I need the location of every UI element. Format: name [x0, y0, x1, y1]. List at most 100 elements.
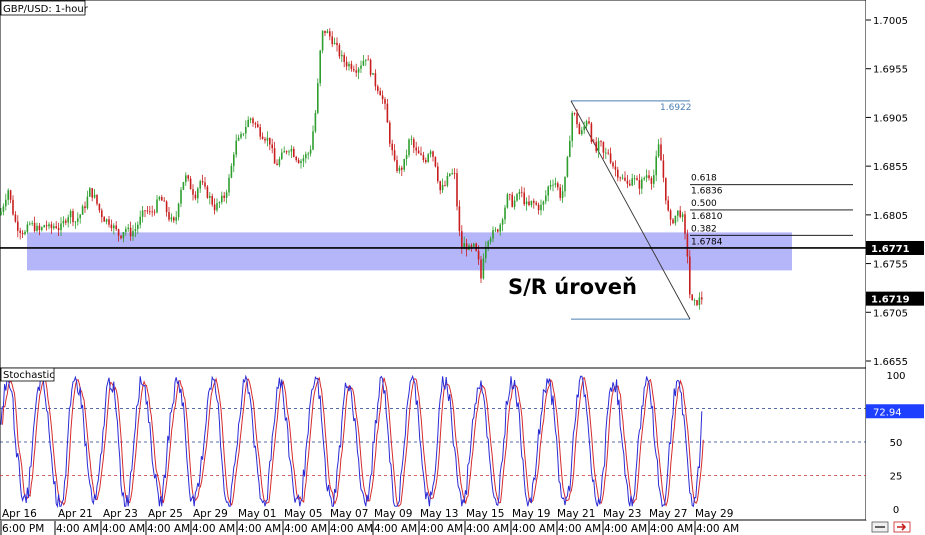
candle-body: [516, 194, 518, 201]
candle-body: [31, 222, 33, 224]
candle-body: [535, 202, 537, 205]
fib-ratio-label: 0.500: [691, 199, 717, 209]
sr-zone: [27, 232, 792, 271]
candle-body: [348, 63, 350, 67]
x-date-label: Apr 16: [2, 508, 37, 520]
candle-body: [547, 186, 549, 196]
candle-body: [401, 167, 403, 170]
candle-body: [146, 210, 149, 212]
candle-body: [53, 226, 55, 229]
candle-body: [50, 224, 53, 229]
candle-body: [429, 151, 432, 155]
candle-body: [523, 192, 525, 205]
candle-body: [86, 196, 89, 209]
candle-body: [458, 206, 461, 232]
candle-body: [81, 206, 84, 215]
candle-body: [665, 177, 667, 201]
x-time-label: 4:00 AM: [284, 523, 327, 535]
candle-body: [521, 191, 523, 193]
candle-body: [305, 154, 307, 159]
candle-body: [74, 221, 77, 223]
candle-body: [437, 166, 439, 182]
candle-body: [96, 194, 98, 204]
candle-body: [499, 224, 501, 232]
candle-body: [475, 243, 477, 251]
candle-body: [552, 184, 554, 186]
x-date-label: May 19: [512, 508, 550, 520]
price-tick-label: 1.6655: [873, 357, 908, 368]
candle-body: [537, 204, 540, 211]
candle-body: [593, 141, 595, 143]
candle-body: [566, 157, 569, 177]
candle-body: [21, 232, 24, 235]
candle-body: [691, 294, 693, 301]
candle-body: [434, 156, 437, 167]
candle-body: [420, 153, 422, 155]
candle-body: [631, 178, 633, 186]
candle-body: [295, 156, 297, 160]
candle-body: [242, 133, 245, 135]
candle-body: [79, 214, 81, 219]
candle-body: [213, 204, 216, 211]
candle-body: [105, 219, 108, 222]
candle-body: [465, 243, 468, 250]
candle-body: [403, 158, 405, 170]
candle-body: [38, 225, 41, 231]
candle-body: [228, 177, 230, 193]
candle-body: [432, 151, 434, 157]
candle-body: [309, 149, 312, 154]
candle-body: [549, 184, 552, 187]
candle-body: [533, 200, 535, 203]
candle-body: [230, 165, 233, 178]
candle-body: [494, 229, 497, 231]
candle-body: [55, 226, 57, 229]
candle-body: [14, 214, 17, 222]
candle-body: [67, 217, 69, 223]
candle-body: [367, 59, 369, 61]
candle-body: [602, 141, 605, 153]
candle-body: [24, 231, 26, 235]
candle-body: [509, 194, 511, 196]
x-time-label: 4:00 AM: [420, 523, 463, 535]
candle-body: [590, 123, 593, 142]
candle-body: [487, 241, 489, 247]
candle-body: [528, 201, 530, 206]
price-tick-label: 1.6855: [873, 162, 908, 173]
candle-body: [655, 156, 657, 176]
price-tick-label: 1.7005: [873, 16, 908, 27]
candle-body: [626, 180, 629, 184]
x-time-label: 4:00 AM: [147, 523, 190, 535]
forex-chart: 1.69220.6181.68360.5001.68100.3821.6784 …: [0, 0, 925, 535]
stoch-tick-label: 25: [890, 472, 903, 483]
candle-body: [65, 220, 67, 223]
candle-body: [612, 162, 614, 167]
candle-body: [389, 122, 391, 144]
candle-body: [129, 227, 132, 237]
candle-body: [108, 219, 110, 225]
candle-body: [341, 55, 343, 57]
candle-body: [621, 177, 624, 179]
current-price-badge-label: 1.6719: [871, 295, 910, 306]
candle-body: [377, 86, 379, 92]
price-tick-label: 1.6805: [873, 211, 908, 222]
candle-body: [170, 217, 173, 220]
candle-body: [362, 60, 365, 66]
candle-body: [396, 160, 398, 171]
stoch-tick-label: 50: [890, 438, 903, 449]
candle-body: [177, 203, 180, 218]
candle-body: [571, 113, 573, 141]
candle-body: [113, 225, 115, 229]
close-icon[interactable]: [893, 521, 911, 533]
candle-body: [456, 173, 458, 207]
candle-body: [233, 154, 235, 166]
candle-body: [379, 91, 381, 96]
candle-body: [187, 175, 189, 179]
fib-price-label: 1.6810: [691, 212, 723, 222]
candle-body: [504, 207, 506, 220]
candle-body: [175, 217, 177, 221]
fib-ratio-label: 0.382: [691, 224, 717, 234]
candle-body: [314, 112, 317, 132]
scroll-icon[interactable]: [871, 521, 889, 533]
candle-body: [26, 224, 29, 232]
candle-body: [617, 169, 619, 178]
